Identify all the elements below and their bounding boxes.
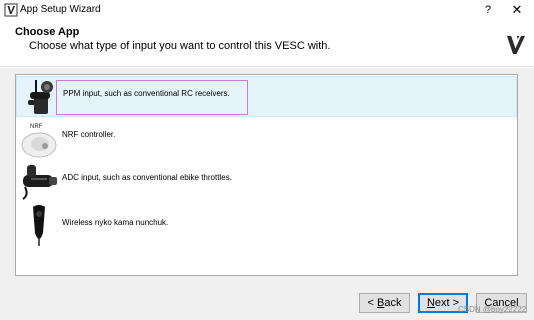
rc-transmitter-icon: [28, 80, 53, 114]
wizard-header: Choose App Choose what type of input you…: [0, 20, 534, 67]
next-rest: ext >: [434, 297, 460, 309]
back-prefix: <: [367, 297, 377, 309]
ebike-throttle-icon: [22, 165, 57, 200]
list-item-nunchuk[interactable]: Wireless nyko kama nunchuk.: [16, 202, 517, 246]
focus-rectangle: [56, 80, 248, 115]
help-button[interactable]: ?: [481, 2, 495, 18]
app-label-nrf: NRF controller.: [62, 130, 116, 139]
title-bar: App Setup Wizard ? ✕: [0, 0, 534, 20]
back-rest: ack: [384, 297, 402, 309]
list-item-ppm[interactable]: PPM input, such as conventional RC recei…: [16, 76, 517, 117]
nrf-remote-icon: [21, 132, 57, 158]
vesc-logo-icon: [4, 3, 18, 17]
app-label-adc: ADC input, such as conventional ebike th…: [62, 173, 232, 182]
vesc-logo-icon: [507, 36, 525, 54]
window-title: App Setup Wizard: [20, 4, 101, 15]
back-button[interactable]: < Back: [359, 293, 410, 313]
watermark: CSDN @boy22222: [458, 305, 527, 314]
app-list: PPM input, such as conventional RC recei…: [15, 74, 518, 276]
next-mnemonic: N: [426, 297, 435, 309]
page-title: Choose App: [15, 26, 80, 38]
app-label-nunchuk: Wireless nyko kama nunchuk.: [62, 218, 169, 227]
list-item-nrf[interactable]: NRF NRF controller.: [16, 118, 517, 159]
page-subtitle: Choose what type of input you want to co…: [29, 40, 331, 52]
nunchuk-icon: [33, 205, 45, 246]
close-button[interactable]: ✕: [510, 2, 524, 18]
list-item-adc[interactable]: ADC input, such as conventional ebike th…: [16, 160, 517, 201]
